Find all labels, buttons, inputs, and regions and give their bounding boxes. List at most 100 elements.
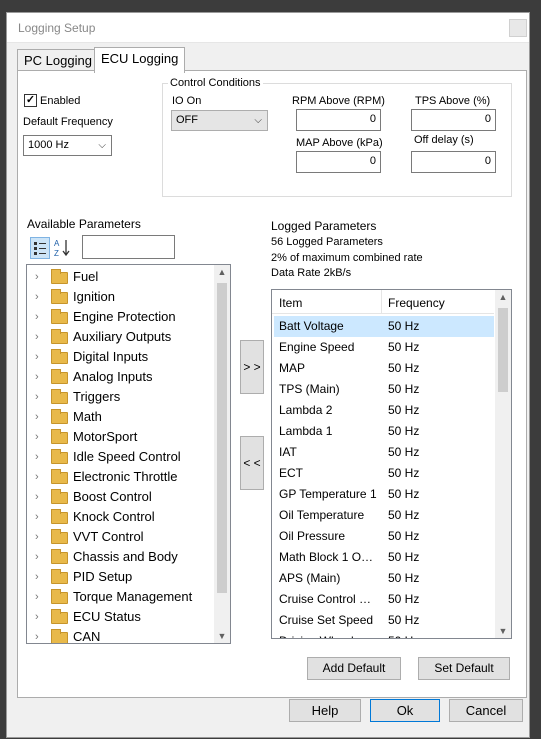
logged-row[interactable]: Lambda 1 50 Hz <box>274 421 494 442</box>
tree-item[interactable]: › ECU Status <box>27 607 215 627</box>
logged-row[interactable]: Oil Temperature 50 Hz <box>274 505 494 526</box>
logged-parameters-list[interactable]: Item Frequency Batt Voltage 50 Hz Engine S… <box>271 289 512 639</box>
logged-item-frequency[interactable]: 50 Hz <box>388 547 419 568</box>
expand-arrow-icon[interactable]: › <box>35 607 39 627</box>
rpm-above-input[interactable]: 0 <box>296 109 381 131</box>
logged-item-frequency[interactable]: 50 Hz <box>388 379 419 400</box>
tree-item[interactable]: › Triggers <box>27 387 215 407</box>
expand-arrow-icon[interactable]: › <box>35 307 39 327</box>
expand-arrow-icon[interactable]: › <box>35 407 39 427</box>
expand-arrow-icon[interactable]: › <box>35 427 39 447</box>
logged-row[interactable]: Driving Wheel 50 Hz <box>274 631 494 638</box>
tab-ecu-logging[interactable]: ECU Logging <box>94 47 186 73</box>
tree-item[interactable]: › MotorSport <box>27 427 215 447</box>
expand-arrow-icon[interactable]: › <box>35 507 39 527</box>
expand-arrow-icon[interactable]: › <box>35 367 39 387</box>
tree-item[interactable]: › Boost Control <box>27 487 215 507</box>
expand-arrow-icon[interactable]: › <box>35 587 39 607</box>
logged-row[interactable]: TPS (Main) 50 Hz <box>274 379 494 400</box>
off-delay-input[interactable]: 0 <box>411 151 496 173</box>
add-default-button[interactable]: Add Default <box>307 657 401 680</box>
logged-item-frequency[interactable]: 50 Hz <box>388 526 419 547</box>
tree-item[interactable]: › Auxiliary Outputs <box>27 327 215 347</box>
logged-row[interactable]: MAP 50 Hz <box>274 358 494 379</box>
logged-item-frequency[interactable]: 50 Hz <box>388 337 419 358</box>
scroll-up-icon[interactable]: ▲ <box>214 267 230 277</box>
logged-item-frequency[interactable]: 50 Hz <box>388 610 419 631</box>
expand-arrow-icon[interactable]: › <box>35 467 39 487</box>
scroll-down-icon[interactable]: ▼ <box>495 626 511 636</box>
expand-arrow-icon[interactable]: › <box>35 627 39 643</box>
tree-item[interactable]: › PID Setup <box>27 567 215 587</box>
expand-arrow-icon[interactable]: › <box>35 547 39 567</box>
tree-item[interactable]: › Analog Inputs <box>27 367 215 387</box>
expand-arrow-icon[interactable]: › <box>35 487 39 507</box>
parameter-search-input[interactable] <box>82 235 175 259</box>
remove-parameter-button[interactable]: < < <box>240 436 264 490</box>
logged-row[interactable]: Batt Voltage 50 Hz <box>274 316 494 337</box>
tree-item[interactable]: › Digital Inputs <box>27 347 215 367</box>
tree-item[interactable]: › Fuel <box>27 267 215 287</box>
io-on-select[interactable]: OFF ⌵ <box>171 110 268 131</box>
available-parameters-tree[interactable]: › Fuel › Ignition › Engine Protection › Auxilia… <box>26 264 231 644</box>
tree-item[interactable]: › Electronic Throttle <box>27 467 215 487</box>
enabled-checkbox[interactable]: ✓ <box>24 94 37 107</box>
expand-arrow-icon[interactable]: › <box>35 527 39 547</box>
logged-row[interactable]: Engine Speed 50 Hz <box>274 337 494 358</box>
expand-arrow-icon[interactable]: › <box>35 287 39 307</box>
close-window-icon[interactable] <box>509 19 527 37</box>
logged-item-frequency[interactable]: 50 Hz <box>388 421 419 442</box>
logged-row[interactable]: Oil Pressure 50 Hz <box>274 526 494 547</box>
list-scrollbar[interactable]: ▲ ▼ <box>495 290 511 638</box>
logged-item-frequency[interactable]: 50 Hz <box>388 358 419 379</box>
logged-item-frequency[interactable]: 50 Hz <box>388 400 419 421</box>
expand-arrow-icon[interactable]: › <box>35 347 39 367</box>
logged-row[interactable]: Math Block 1 Output 50 Hz <box>274 547 494 568</box>
logged-item-frequency[interactable]: 50 Hz <box>388 316 419 337</box>
expand-arrow-icon[interactable]: › <box>35 447 39 467</box>
logged-row[interactable]: Lambda 2 50 Hz <box>274 400 494 421</box>
scroll-up-icon[interactable]: ▲ <box>495 292 511 302</box>
add-parameter-button[interactable]: > > <box>240 340 264 394</box>
tree-scrollbar[interactable]: ▲ ▼ <box>214 265 230 643</box>
title-bar[interactable]: Logging Setup <box>7 13 529 43</box>
column-header-item[interactable]: Item <box>279 296 302 310</box>
alphabetical-sort-icon[interactable]: A Z <box>53 237 73 259</box>
tree-item[interactable]: › Math <box>27 407 215 427</box>
tree-item[interactable]: › VVT Control <box>27 527 215 547</box>
tree-item[interactable]: › Ignition <box>27 287 215 307</box>
logged-row[interactable]: Cruise Set Speed 50 Hz <box>274 610 494 631</box>
logged-item-frequency[interactable]: 50 Hz <box>388 631 419 638</box>
set-default-button[interactable]: Set Default <box>418 657 510 680</box>
cancel-button[interactable]: Cancel <box>449 699 523 722</box>
expand-arrow-icon[interactable]: › <box>35 567 39 587</box>
logged-row[interactable]: ECT 50 Hz <box>274 463 494 484</box>
logged-item-frequency[interactable]: 50 Hz <box>388 442 419 463</box>
map-above-input[interactable]: 0 <box>296 151 381 173</box>
logged-row[interactable]: APS (Main) 50 Hz <box>274 568 494 589</box>
tree-item[interactable]: › Chassis and Body <box>27 547 215 567</box>
tree-scroll-thumb[interactable] <box>217 283 227 593</box>
logged-item-frequency[interactable]: 50 Hz <box>388 484 419 505</box>
tps-above-input[interactable]: 0 <box>411 109 496 131</box>
logged-item-frequency[interactable]: 50 Hz <box>388 589 419 610</box>
logged-item-frequency[interactable]: 50 Hz <box>388 505 419 526</box>
expand-arrow-icon[interactable]: › <box>35 387 39 407</box>
logged-row[interactable]: GP Temperature 1 50 Hz <box>274 484 494 505</box>
logged-item-frequency[interactable]: 50 Hz <box>388 568 419 589</box>
column-header-frequency[interactable]: Frequency <box>388 296 445 310</box>
default-frequency-select[interactable]: 1000 Hz ⌵ <box>23 135 112 156</box>
tree-item[interactable]: › Torque Management <box>27 587 215 607</box>
column-divider[interactable] <box>381 290 382 314</box>
list-scroll-thumb[interactable] <box>498 308 508 392</box>
tree-item[interactable]: › Engine Protection <box>27 307 215 327</box>
categorized-view-icon[interactable] <box>30 237 50 259</box>
logged-row[interactable]: Cruise Control State 50 Hz <box>274 589 494 610</box>
ok-button[interactable]: Ok <box>370 699 440 722</box>
tree-item[interactable]: › Knock Control <box>27 507 215 527</box>
scroll-down-icon[interactable]: ▼ <box>214 631 230 641</box>
logged-row[interactable]: IAT 50 Hz <box>274 442 494 463</box>
expand-arrow-icon[interactable]: › <box>35 267 39 287</box>
help-button[interactable]: Help <box>289 699 361 722</box>
logged-item-frequency[interactable]: 50 Hz <box>388 463 419 484</box>
